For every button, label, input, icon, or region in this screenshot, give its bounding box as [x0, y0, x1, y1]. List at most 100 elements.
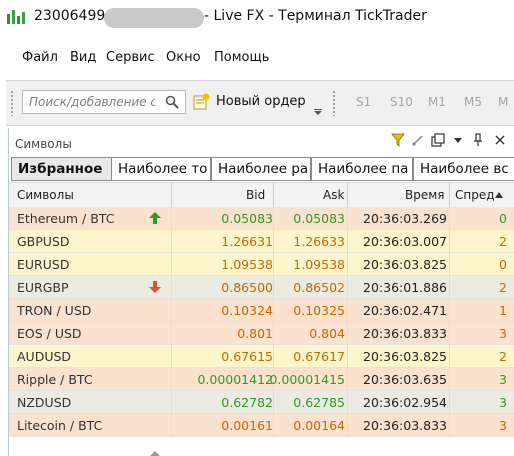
toolbar-grip[interactable] [10, 90, 14, 116]
new-order-label: Новый ордер [216, 94, 306, 109]
cell-symbol: EOS / USD [17, 326, 82, 341]
col-divider [273, 391, 274, 414]
tab-most-3[interactable]: Наиболее па [311, 157, 413, 181]
menu-help[interactable]: Помощь [214, 50, 269, 65]
symbol-search-input[interactable]: Поиск/добавление с [22, 90, 186, 114]
col-header-bid[interactable]: Bid [246, 188, 265, 202]
cell-time: 20:36:03.635 [363, 372, 447, 387]
menu-service[interactable]: Сервис [106, 50, 155, 65]
col-divider [347, 322, 348, 345]
table-row[interactable]: NZDUSD 0.62782 0.62785 20:36:02.954 3 [9, 391, 514, 414]
cell-ask: 0.10325 [293, 303, 345, 318]
table-row[interactable]: EOS / USD 0.801 0.804 20:36:03.833 3 [9, 322, 514, 345]
cell-ask: 0.62785 [293, 395, 345, 410]
table-row[interactable]: EURUSD 1.09538 1.09538 20:36:03.825 0 [9, 253, 514, 276]
table-row[interactable]: GBPUSD 1.26631 1.26633 20:36:03.007 2 [9, 230, 514, 253]
col-divider [171, 391, 172, 414]
col-header-time[interactable]: Время [405, 188, 445, 202]
cell-ask: 1.26633 [293, 234, 345, 249]
table-row[interactable]: TRON / USD 0.10324 0.10325 20:36:02.471 1 [9, 299, 514, 322]
col-divider [171, 414, 172, 437]
col-divider [171, 345, 172, 368]
panel-menu-icon[interactable] [451, 133, 465, 147]
toolbar-overflow-icon[interactable] [314, 109, 322, 115]
col-divider [449, 322, 450, 345]
col-divider [273, 414, 274, 437]
close-icon[interactable] [493, 133, 507, 147]
tab-favorites-label: Избранное [18, 161, 103, 177]
panel-title: Символы [15, 137, 72, 151]
timeframe-m[interactable]: M [498, 95, 508, 109]
scroll-hint-icon [150, 451, 160, 456]
col-divider [449, 368, 450, 391]
tab-most-1-label: Наиболее то [118, 161, 208, 177]
cell-symbol: GBPUSD [17, 234, 70, 249]
table-row[interactable]: Ethereum / BTC 0.05083 0.05083 20:36:03.269… [9, 207, 514, 230]
col-divider [171, 368, 172, 391]
cell-bid: 0.67615 [221, 349, 273, 364]
cell-time: 20:36:03.007 [363, 234, 447, 249]
table-row[interactable]: AUDUSD 0.67615 0.67617 20:36:03.825 2 [9, 345, 514, 368]
cell-time: 20:36:02.954 [363, 395, 447, 410]
cell-bid: 0.62782 [221, 395, 273, 410]
title-bar: 23006499: - Live FX - Терминал TickTrade… [0, 0, 514, 34]
toolbar: Поиск/добавление с Новый ордер S1 S10 M1… [6, 80, 514, 126]
tab-most-2[interactable]: Наиболее ра [211, 157, 311, 181]
table-row[interactable]: EURGBP 0.86500 0.86502 20:36:01.886 2 [9, 276, 514, 299]
col-divider [171, 230, 172, 253]
float-window-icon[interactable] [431, 133, 445, 147]
trend-down-icon [149, 281, 161, 293]
col-header-symbol[interactable]: Символы [17, 188, 74, 202]
tab-most-1[interactable]: Наиболее то [111, 157, 211, 181]
col-divider [449, 207, 450, 230]
timeframe-s1[interactable]: S1 [356, 95, 371, 109]
window-title: - Live FX - Терминал TickTrader [204, 8, 427, 24]
table-header: Символы Bid Ask Время Спред [9, 182, 514, 209]
timeframe-s10[interactable]: S10 [390, 95, 413, 109]
col-divider[interactable] [347, 183, 348, 208]
col-divider [273, 253, 274, 276]
search-placeholder: Поиск/добавление с [29, 95, 155, 109]
tab-most-4[interactable]: Наиболее вс [413, 157, 514, 181]
col-header-spread[interactable]: Спред [455, 188, 495, 202]
col-divider [171, 207, 172, 230]
search-icon[interactable] [164, 94, 180, 110]
menu-window[interactable]: Окно [166, 50, 201, 65]
col-divider [273, 345, 274, 368]
menu-file[interactable]: Файл [22, 50, 58, 65]
timeframe-m1[interactable]: M1 [428, 95, 446, 109]
col-divider [273, 299, 274, 322]
col-divider[interactable] [273, 183, 274, 208]
toolbar-grip-2[interactable] [332, 90, 336, 116]
cell-spread: 1 [499, 303, 507, 318]
cell-ask: 0.86502 [293, 280, 345, 295]
timeframe-m5[interactable]: M5 [464, 95, 482, 109]
cell-bid: 0.00001412 [197, 372, 273, 387]
panel-header: Символы [9, 128, 514, 154]
brush-icon[interactable] [411, 133, 425, 147]
tab-favorites[interactable]: Избранное [11, 157, 113, 181]
menu-view[interactable]: Вид [70, 50, 96, 65]
cell-spread: 3 [499, 418, 507, 433]
menu-bar: Файл Вид Сервис Окно Помощь [8, 43, 514, 73]
table-row[interactable]: Ripple / BTC 0.00001412 0.00001415 20:36:03… [9, 368, 514, 391]
filter-icon[interactable] [391, 133, 405, 147]
col-divider [449, 276, 450, 299]
col-divider[interactable] [449, 183, 450, 208]
cell-bid: 0.00161 [221, 418, 273, 433]
tab-most-3-label: Наиболее па [318, 161, 409, 177]
cell-spread: 3 [499, 326, 507, 341]
table-row[interactable]: Litecoin / BTC 0.00161 0.00164 20:36:03.833… [9, 414, 514, 437]
cell-time: 20:36:03.269 [363, 211, 447, 226]
col-header-ask[interactable]: Ask [323, 188, 344, 202]
col-divider [347, 391, 348, 414]
new-order-button[interactable]: Новый ордер [192, 89, 308, 115]
col-divider [273, 276, 274, 299]
cell-symbol: EURGBP [17, 280, 69, 295]
col-divider [347, 414, 348, 437]
symbols-panel: Символы Избранное Наиболее то Наиболее р… [8, 128, 514, 456]
col-divider[interactable] [171, 183, 172, 208]
pin-icon[interactable] [471, 133, 485, 147]
cell-bid: 0.05083 [221, 211, 273, 226]
col-divider [347, 207, 348, 230]
